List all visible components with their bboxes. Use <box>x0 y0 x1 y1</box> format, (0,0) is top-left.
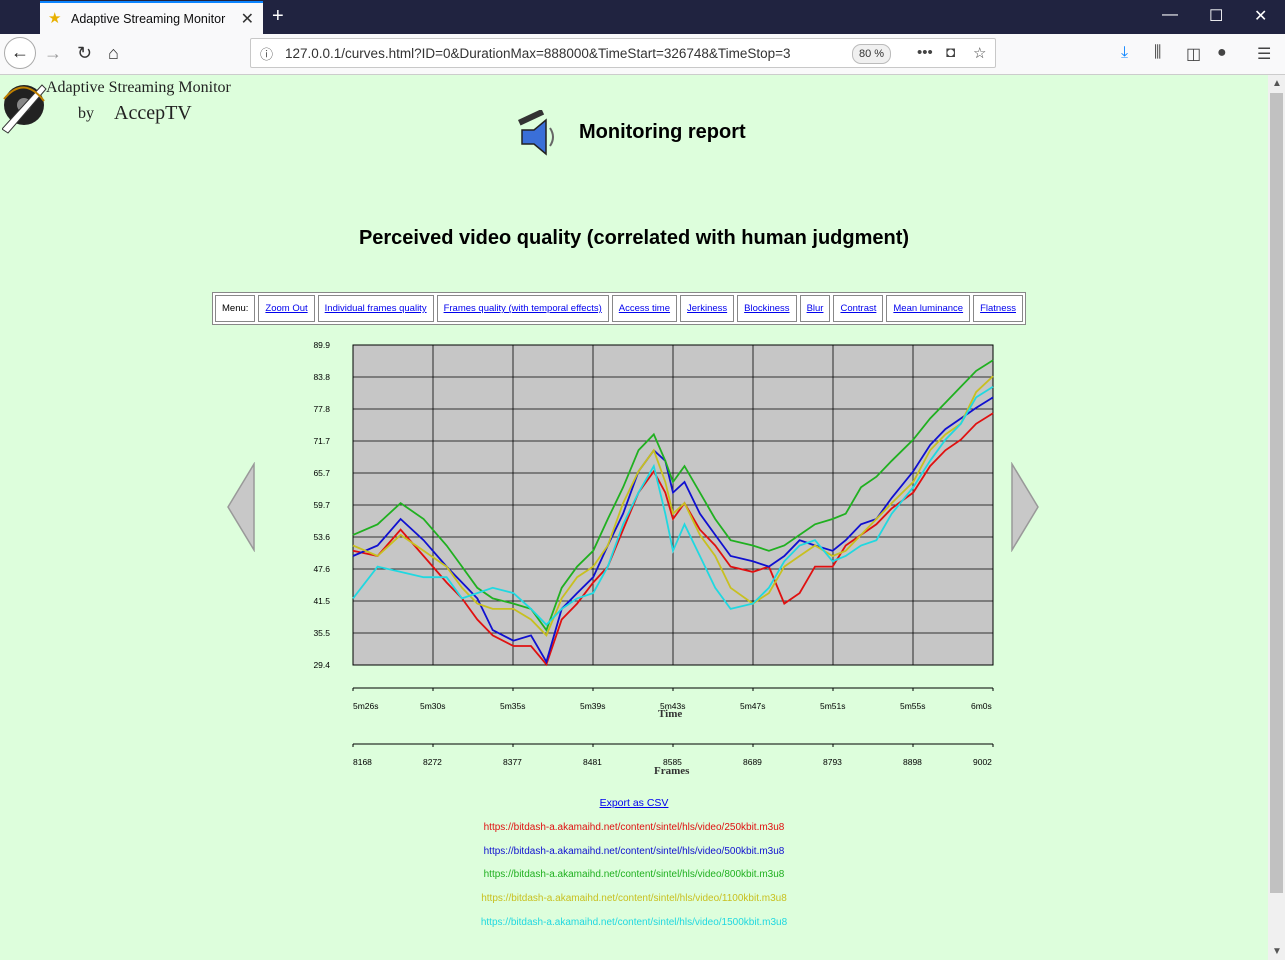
forward-icon[interactable]: → <box>44 43 62 64</box>
scroll-up-icon[interactable]: ▲ <box>1272 78 1282 89</box>
close-tab-icon[interactable]: ✕ <box>241 9 254 29</box>
maximize-icon[interactable]: ☐ <box>1209 6 1223 26</box>
time-tick-label: 5m39s <box>580 701 606 711</box>
nav-toolbar: ← → ↻ ⌂ ⓘ 127.0.0.1/curves.html?ID=0&Dur… <box>0 34 1285 75</box>
close-window-icon[interactable]: ✕ <box>1254 6 1267 26</box>
home-icon[interactable]: ⌂ <box>108 43 119 64</box>
time-axis-label: Time <box>658 708 683 720</box>
extension-icon[interactable]: ● <box>1217 44 1227 62</box>
url-bar[interactable]: ⓘ 127.0.0.1/curves.html?ID=0&DurationMax… <box>250 38 996 68</box>
time-tick-label: 5m35s <box>500 701 526 711</box>
time-tick-label: 5m47s <box>740 701 766 711</box>
hamburger-menu-icon[interactable]: ☰ <box>1257 44 1271 64</box>
zoom-badge[interactable]: 80 % <box>852 44 892 64</box>
browser-tab[interactable]: ★ Adaptive Streaming Monitor ✕ <box>40 1 263 34</box>
export-csv-link[interactable]: Export as CSV <box>0 797 1268 809</box>
frame-tick-label: 9002 <box>973 757 992 767</box>
bookmark-star-icon[interactable]: ☆ <box>973 44 986 62</box>
title-bar: ★ Adaptive Streaming Monitor ✕ + — ☐ ✕ <box>0 0 1285 34</box>
scrollbar-thumb[interactable] <box>1270 93 1283 893</box>
time-tick-label: 5m51s <box>820 701 846 711</box>
time-tick-label: 5m26s <box>353 701 379 711</box>
star-favicon-icon: ★ <box>48 10 62 27</box>
frame-tick-label: 8481 <box>583 757 602 767</box>
minimize-icon[interactable]: — <box>1162 6 1178 24</box>
legend-item: https://bitdash-a.akamaihd.net/content/s… <box>480 916 788 928</box>
legend-item: https://bitdash-a.akamaihd.net/content/s… <box>483 845 785 857</box>
frame-tick-label: 8898 <box>903 757 922 767</box>
url-text[interactable]: 127.0.0.1/curves.html?ID=0&DurationMax=8… <box>285 46 815 61</box>
legend-item: https://bitdash-a.akamaihd.net/content/s… <box>483 869 785 881</box>
quality-line-chart <box>352 344 994 747</box>
pocket-icon[interactable]: ◘ <box>946 44 955 61</box>
page-content: Adaptive Streaming Monitor by AccepTV Mo… <box>0 75 1268 960</box>
info-icon[interactable]: ⓘ <box>260 44 273 63</box>
new-tab-icon[interactable]: + <box>272 5 284 28</box>
frame-tick-label: 8168 <box>353 757 372 767</box>
frame-tick-label: 8793 <box>823 757 842 767</box>
back-icon[interactable]: ← <box>4 37 36 69</box>
frame-tick-label: 8272 <box>423 757 442 767</box>
time-tick-label: 5m30s <box>420 701 446 711</box>
frame-tick-label: 8377 <box>503 757 522 767</box>
sidebar-icon[interactable]: ◫ <box>1186 44 1201 64</box>
legend-item: https://bitdash-a.akamaihd.net/content/s… <box>481 893 787 905</box>
reload-icon[interactable]: ↻ <box>77 43 92 64</box>
vertical-scrollbar[interactable]: ▲ ▼ <box>1268 75 1285 960</box>
download-icon[interactable]: ⤓ <box>1121 44 1128 62</box>
time-tick-label: 5m55s <box>900 701 926 711</box>
library-icon[interactable]: ⫼ <box>1154 44 1161 62</box>
frame-tick-label: 8689 <box>743 757 762 767</box>
legend-item: https://bitdash-a.akamaihd.net/content/s… <box>483 822 785 833</box>
tab-title: Adaptive Streaming Monitor <box>71 12 226 26</box>
frames-axis-label: Frames <box>654 765 690 777</box>
scroll-down-icon[interactable]: ▼ <box>1272 946 1282 957</box>
more-actions-icon[interactable]: ••• <box>917 44 933 61</box>
time-tick-label: 6m0s <box>971 701 992 711</box>
